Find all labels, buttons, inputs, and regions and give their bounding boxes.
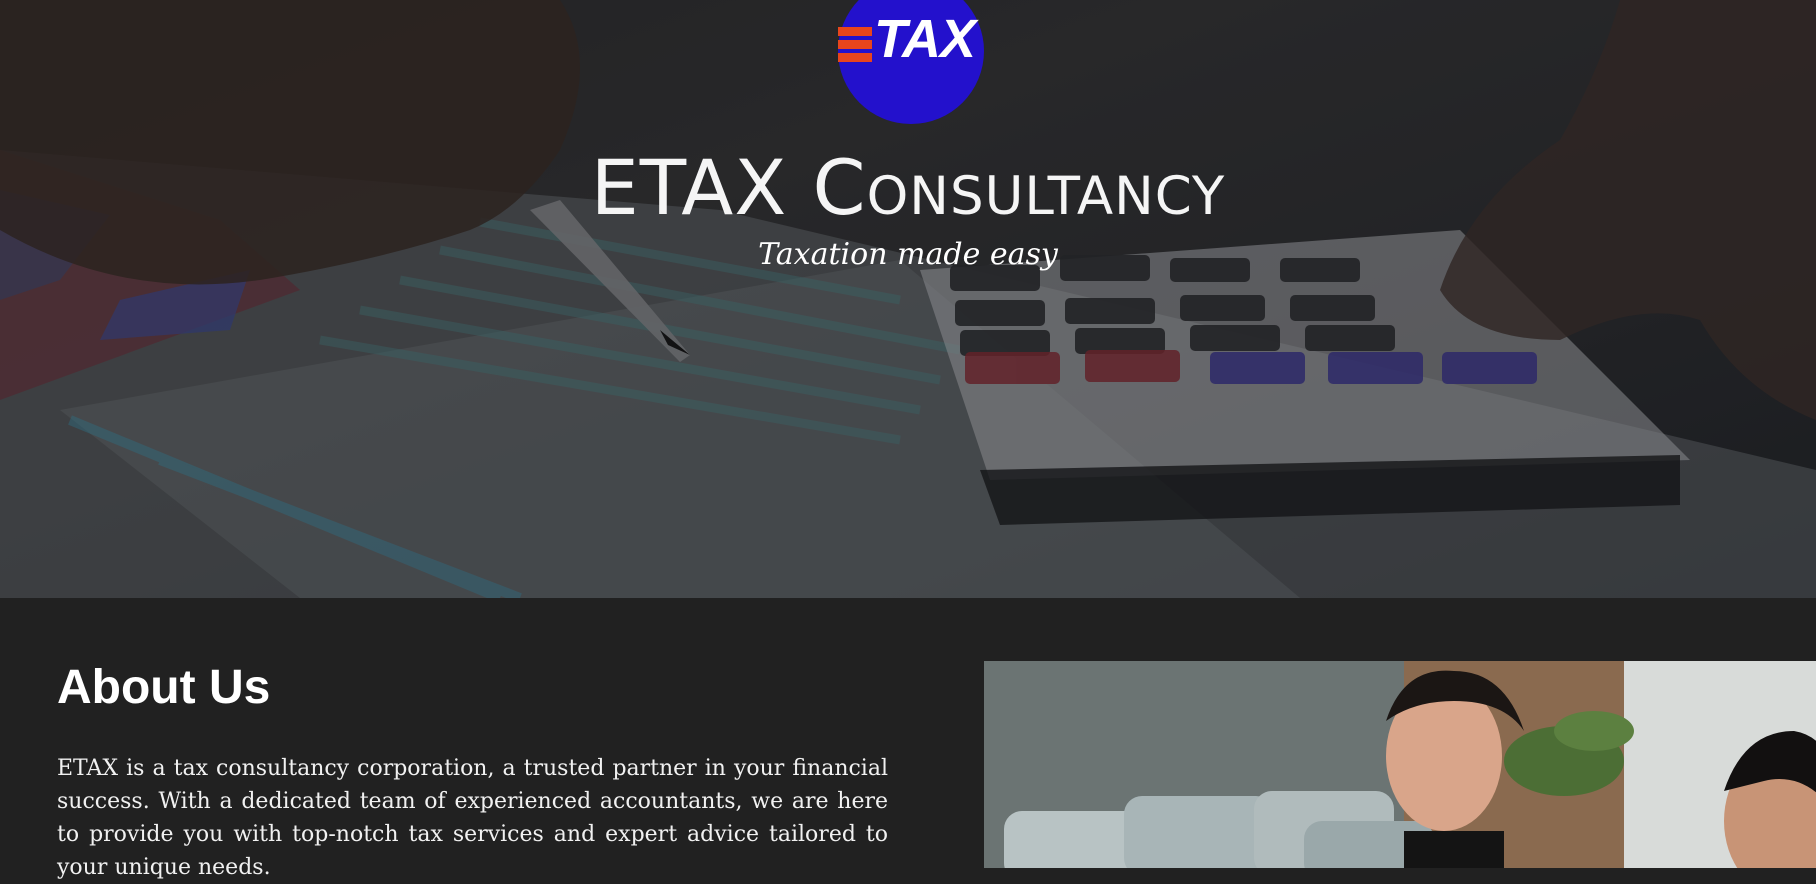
logo-bars-icon (838, 27, 872, 66)
about-heading: About Us (57, 661, 271, 714)
logo-text: TAX (874, 9, 976, 69)
team-meeting-photo (984, 661, 1816, 868)
page-title: ETAX Consultancy (590, 143, 1226, 232)
team-photo-illustration (984, 661, 1816, 868)
hero-tagline: Taxation made easy (758, 237, 1058, 272)
hero-section: TAX ETAX Consultancy Taxation made easy (0, 0, 1816, 598)
about-paragraph: ETAX is a tax consultancy corporation, a… (57, 756, 888, 880)
